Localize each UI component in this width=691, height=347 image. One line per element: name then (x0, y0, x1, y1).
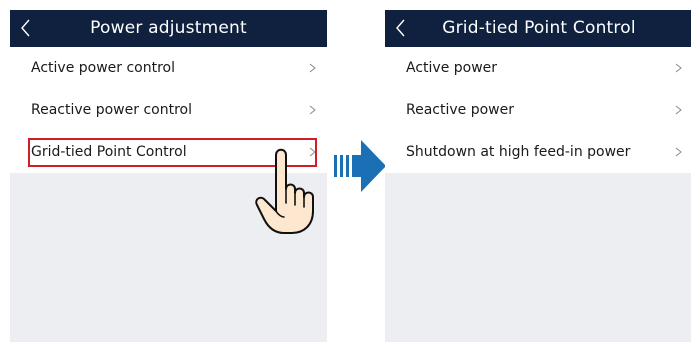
chevron-right-icon (675, 105, 682, 115)
chevron-right-icon (309, 105, 316, 115)
list-item-label: Active power control (31, 60, 176, 76)
chevron-right-icon (675, 63, 682, 73)
page-title: Power adjustment (90, 18, 247, 38)
chevron-right-icon (309, 63, 316, 73)
list-item-label: Reactive power (406, 102, 514, 118)
list-item-label: Active power (406, 60, 498, 76)
list-item-active-power[interactable]: Active power (385, 47, 691, 89)
right-arrow-icon (334, 140, 386, 192)
header-bar: Power adjustment (10, 10, 327, 47)
settings-list: Active power Reactive power Shutdown at … (385, 47, 691, 173)
list-item-label: Shutdown at high feed-in power (406, 144, 631, 160)
list-item-reactive-power[interactable]: Reactive power (385, 89, 691, 131)
pointing-hand-icon (255, 148, 314, 234)
list-item-label: Reactive power control (31, 102, 192, 118)
list-item-label: Grid-tied Point Control (31, 144, 187, 160)
chevron-right-icon (675, 147, 682, 157)
list-item-shutdown-at-high-feed-in-power[interactable]: Shutdown at high feed-in power (385, 131, 691, 173)
list-item-active-power-control[interactable]: Active power control (10, 47, 327, 89)
page-title: Grid-tied Point Control (442, 18, 636, 38)
list-item-reactive-power-control[interactable]: Reactive power control (10, 89, 327, 131)
header-bar: Grid-tied Point Control (385, 10, 691, 47)
grid-tied-point-control-screen: Grid-tied Point Control Active power Rea… (385, 10, 691, 342)
